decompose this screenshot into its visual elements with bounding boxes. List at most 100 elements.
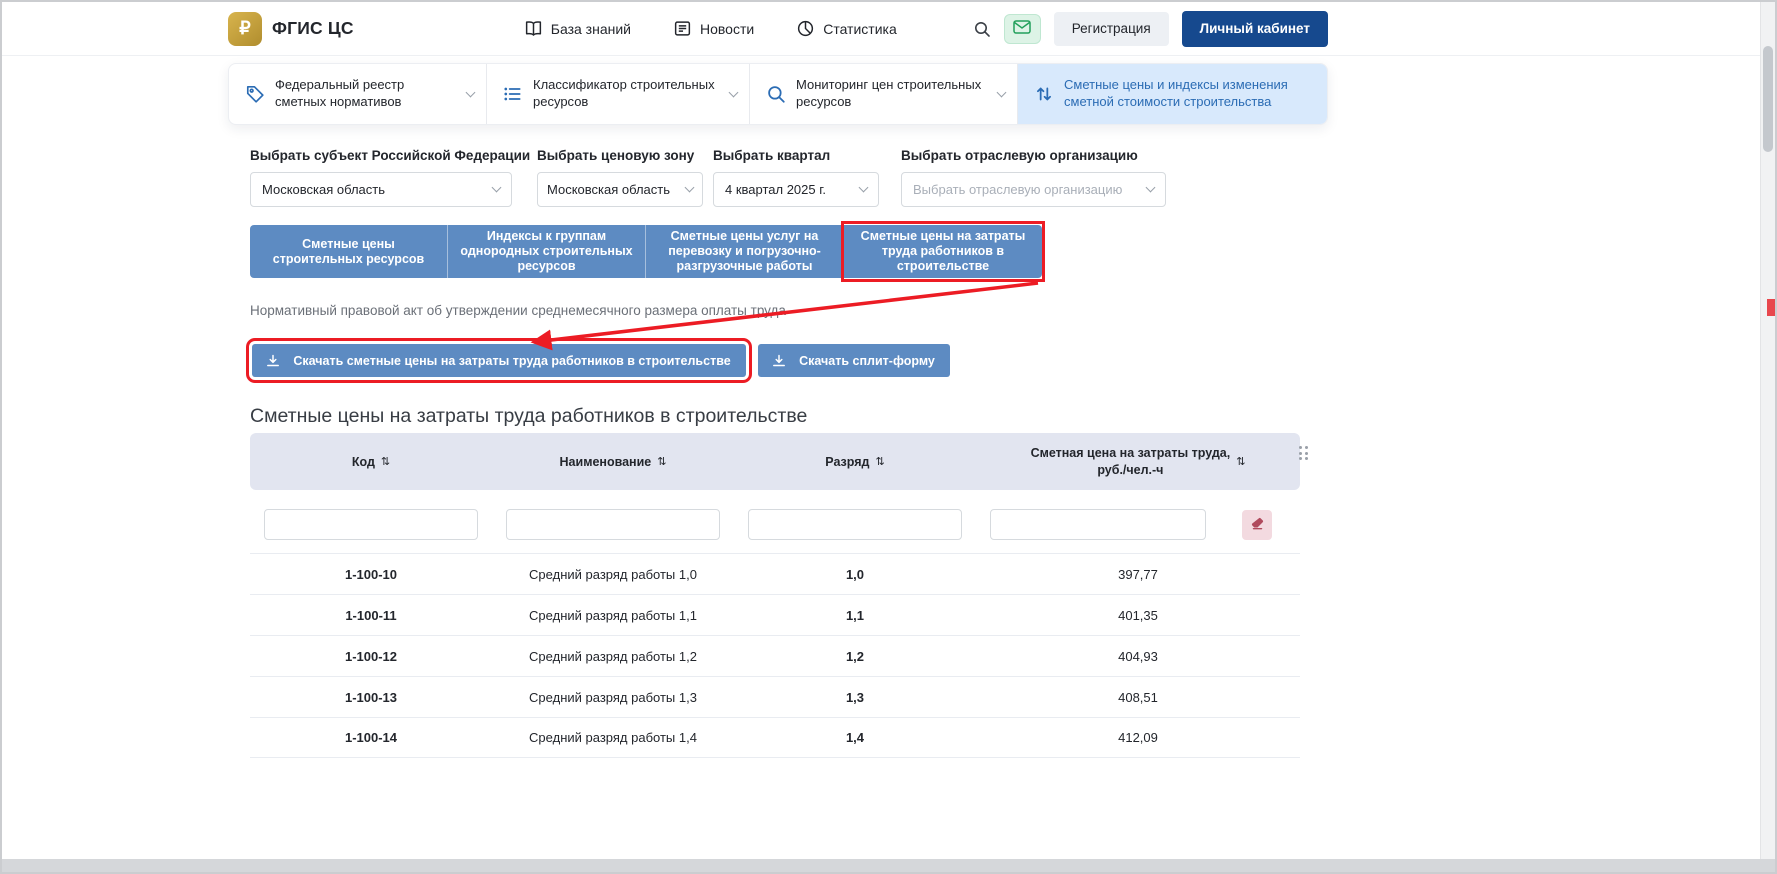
- register-button[interactable]: Регистрация: [1053, 11, 1169, 46]
- nav-tab-1[interactable]: Федеральный реестр сметных нормативов: [229, 64, 487, 124]
- filter-value: Выбрать отраслевую организацию: [913, 182, 1123, 197]
- section-title: Сметные цены на затраты труда работников…: [250, 405, 808, 427]
- sort-icon[interactable]: ⇅: [1236, 455, 1245, 468]
- cell-code: 1-100-12: [344, 648, 398, 664]
- filter-label: Выбрать квартал: [713, 148, 831, 163]
- cell-grade: 1,2: [845, 648, 865, 664]
- download-button-2[interactable]: Скачать сплит-форму: [758, 344, 950, 377]
- sort-icon[interactable]: ⇅: [875, 455, 884, 468]
- download-button-label: Скачать сметные цены на затраты труда ра…: [293, 353, 731, 368]
- scroll-marker: [1767, 299, 1775, 316]
- header: ₽ ФГИС ЦС База знаний Новости Статистика Р…: [2, 2, 1760, 55]
- table-body: 1-100-10 Средний разряд работы 1,0 1,0 397,…: [250, 553, 1300, 758]
- account-button[interactable]: Личный кабинет: [1181, 10, 1328, 47]
- column-label: Код: [351, 454, 375, 469]
- nav-tab-label: Классификатор строительных ресурсов: [533, 77, 715, 109]
- table-filter-input-3[interactable]: [748, 509, 962, 540]
- column-header-2[interactable]: Наименование ⇅: [492, 455, 734, 469]
- table-row[interactable]: 1-100-14 Средний разряд работы 1,4 1,4 412,…: [250, 717, 1300, 758]
- filter-1: Выбрать субъект Российской Федерации Моск…: [250, 148, 531, 207]
- cell-price: 408,51: [1118, 689, 1158, 705]
- cell-grade: 1,1: [845, 607, 865, 623]
- table-filter-input-4[interactable]: [990, 509, 1206, 540]
- nav-tab-3[interactable]: Мониторинг цен строительных ресурсов: [750, 64, 1018, 124]
- segment-tab-3[interactable]: Сметные цены услуг на перевозку и погруз…: [646, 225, 844, 278]
- cell-grade: 1,3: [845, 689, 865, 705]
- filter-value: 4 квартал 2025 г.: [725, 182, 826, 197]
- search-icon[interactable]: [973, 20, 991, 38]
- segment-tab-label: Сметные цены услуг на перевозку и погруз…: [668, 229, 821, 273]
- segment-tab-2[interactable]: Индексы к группам однородных строительны…: [448, 225, 646, 278]
- chevron-down-icon: [1145, 182, 1156, 193]
- segment-tab-1[interactable]: Сметные цены строительных ресурсов: [250, 225, 448, 278]
- mail-button[interactable]: [1003, 13, 1041, 44]
- header-nav-item[interactable]: Новости: [673, 19, 754, 38]
- cell-price: 397,77: [1118, 566, 1158, 582]
- main-nav-tabs: Федеральный реестр сметных нормативов Кла…: [228, 63, 1328, 125]
- download-icon: [772, 354, 786, 368]
- npa-link[interactable]: Нормативный правовой акт об утверждении …: [250, 303, 786, 318]
- cell-name: Средний разряд работы 1,4: [529, 730, 697, 745]
- chevron-down-icon: [491, 182, 502, 193]
- download-icon: [266, 354, 280, 368]
- header-nav-label: Новости: [700, 20, 755, 37]
- cell-price: 401,35: [1118, 607, 1158, 623]
- header-right: Регистрация Личный кабинет: [973, 10, 1328, 47]
- column-header-3[interactable]: Разряд ⇅: [734, 455, 976, 469]
- table-filter-input-1[interactable]: [264, 509, 478, 540]
- book-icon: [524, 19, 543, 38]
- header-nav: База знаний Новости Статистика: [524, 19, 897, 38]
- column-header-1[interactable]: Код ⇅: [250, 455, 492, 469]
- segment-tab-4[interactable]: Сметные цены на затраты труда работников…: [841, 221, 1045, 282]
- download-button-1[interactable]: Скачать сметные цены на затраты труда ра…: [246, 338, 752, 383]
- table-filter-input-2[interactable]: [506, 509, 720, 540]
- filter-select-3[interactable]: 4 квартал 2025 г.: [713, 172, 879, 207]
- download-button-label: Скачать сплит-форму: [799, 353, 935, 368]
- eraser-icon: [1250, 516, 1265, 534]
- window-edge: [2, 859, 1775, 872]
- header-nav-item[interactable]: Статистика: [796, 19, 897, 38]
- clear-filters-button[interactable]: [1242, 509, 1272, 540]
- nav-tab-label: Сметные цены и индексы изменения сметной…: [1064, 77, 1288, 109]
- chevron-down-icon: [728, 87, 739, 97]
- table-row[interactable]: 1-100-10 Средний разряд работы 1,0 1,0 397,…: [250, 553, 1300, 594]
- cell-grade: 1,4: [845, 730, 865, 745]
- segment-tab-label: Сметные цены на затраты труда работников…: [860, 229, 1026, 273]
- news-icon: [673, 19, 692, 38]
- tag-icon: [245, 84, 265, 104]
- filter-2: Выбрать ценовую зону Московская область: [537, 148, 703, 207]
- scrollbar-thumb[interactable]: [1763, 46, 1773, 152]
- filter-label: Выбрать ценовую зону: [537, 148, 695, 163]
- scrollbar[interactable]: [1760, 2, 1775, 859]
- header-nav-item[interactable]: База знаний: [524, 19, 631, 38]
- chevron-down-icon: [465, 87, 476, 97]
- nav-tab-label: Федеральный реестр сметных нормативов: [275, 77, 405, 109]
- filter-select-4[interactable]: Выбрать отраслевую организацию: [901, 172, 1166, 207]
- sort-icon[interactable]: ⇅: [381, 455, 390, 468]
- filter-label: Выбрать субъект Российской Федерации: [250, 148, 531, 163]
- filter-label: Выбрать отраслевую организацию: [901, 148, 1138, 163]
- nav-tab-label: Мониторинг цен строительных ресурсов: [796, 77, 982, 109]
- brand-name: ФГИС ЦС: [272, 18, 354, 38]
- cell-name: Средний разряд работы 1,1: [529, 607, 697, 623]
- brand-logo-icon: ₽: [228, 11, 262, 46]
- nav-tab-4[interactable]: Сметные цены и индексы изменения сметной…: [1018, 64, 1327, 124]
- filter-select-1[interactable]: Московская область: [250, 172, 512, 207]
- nav-tab-2[interactable]: Классификатор строительных ресурсов: [487, 64, 750, 124]
- cell-code: 1-100-13: [344, 689, 398, 705]
- sort-icon[interactable]: ⇅: [657, 455, 666, 468]
- mail-icon: [1013, 20, 1031, 37]
- filter-select-2[interactable]: Московская область: [537, 172, 703, 207]
- table-menu-icon[interactable]: [1299, 446, 1308, 460]
- column-label: Разряд: [825, 454, 870, 469]
- table-row[interactable]: 1-100-13 Средний разряд работы 1,3 1,3 408,…: [250, 676, 1300, 717]
- classifier-list-icon: [503, 84, 523, 104]
- column-header-4[interactable]: Сметная цена на затраты труда, руб./чел.-…: [976, 445, 1300, 479]
- sort-arrows-icon: [1034, 84, 1054, 104]
- cell-price: 404,93: [1118, 648, 1158, 664]
- table-row[interactable]: 1-100-12 Средний разряд работы 1,2 1,2 404,…: [250, 635, 1300, 676]
- table-row[interactable]: 1-100-11 Средний разряд работы 1,1 1,1 401,…: [250, 594, 1300, 635]
- chevron-down-icon: [996, 87, 1007, 97]
- segment-tabs: Сметные цены строительных ресурсов Индекс…: [250, 221, 1045, 282]
- brand[interactable]: ₽ ФГИС ЦС: [228, 11, 354, 46]
